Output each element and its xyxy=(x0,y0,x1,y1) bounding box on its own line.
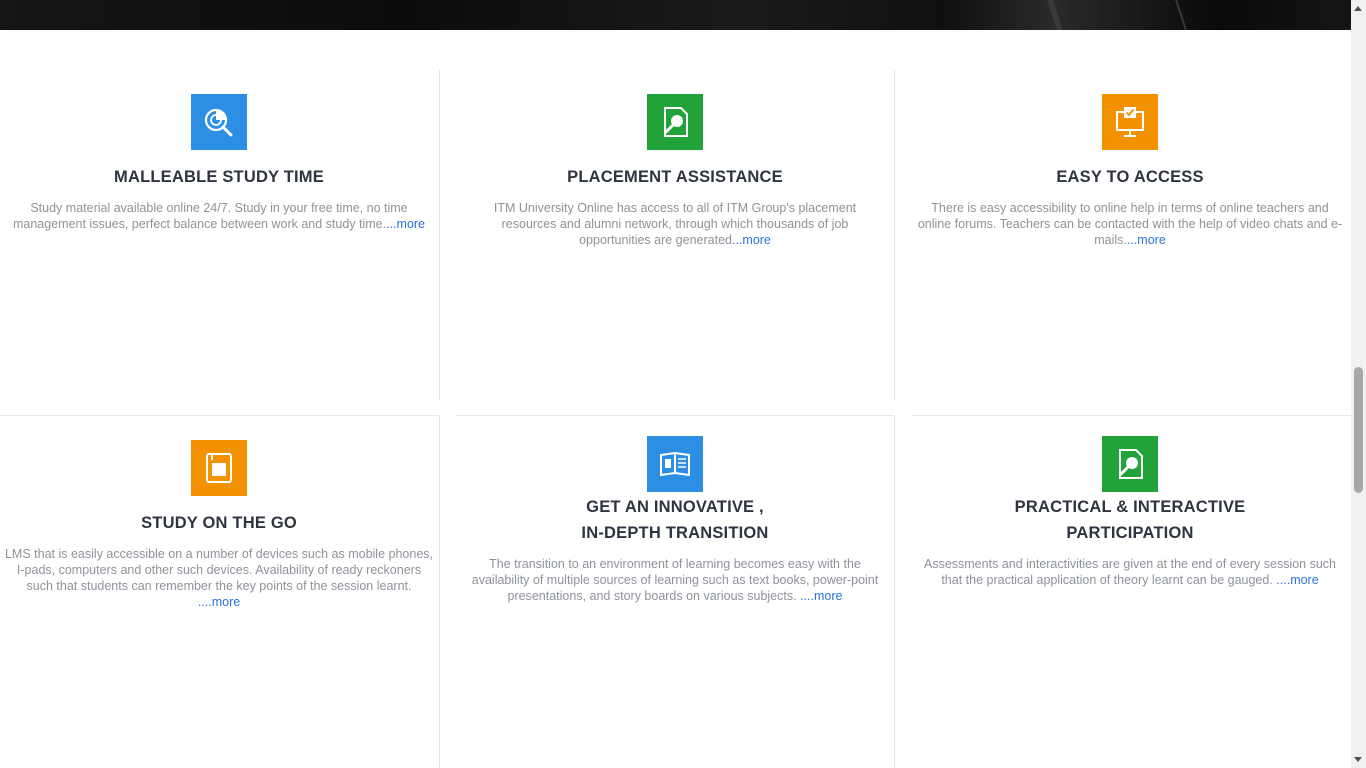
row-divider xyxy=(911,415,1351,416)
feature-title: EASY TO ACCESS xyxy=(1056,168,1204,186)
open-book-icon xyxy=(647,436,703,492)
feature-description: ITM University Online has access to all … xyxy=(460,200,890,248)
feature-description: Study material available online 24/7. St… xyxy=(4,200,434,232)
feature-title: PLACEMENT ASSISTANCE xyxy=(567,168,783,186)
read-more-link[interactable]: ...more xyxy=(732,233,771,247)
monitor-check-icon xyxy=(1102,94,1158,150)
row-divider xyxy=(0,415,439,416)
read-more-link[interactable]: ....more xyxy=(198,595,240,609)
feature-description: There is easy accessibility to online he… xyxy=(916,200,1344,248)
column-divider xyxy=(894,416,895,768)
feature-description-text: LMS that is easily accessible on a numbe… xyxy=(4,547,433,593)
scroll-down-arrow-icon[interactable] xyxy=(1354,757,1362,762)
feature-description: Assessments and interactivities are give… xyxy=(916,556,1344,588)
feature-card-study-on-the-go: STUDY ON THE GO LMS that is easily acces… xyxy=(4,440,434,610)
feature-card-innovative-transition: GET AN INNOVATIVE , IN-DEPTH TRANSITION … xyxy=(460,436,890,604)
feature-description-text: ITM University Online has access to all … xyxy=(493,201,857,247)
feature-card-placement-assistance: PLACEMENT ASSISTANCE ITM University Onli… xyxy=(460,94,890,248)
feature-title: PRACTICAL & INTERACTIVE xyxy=(1014,498,1246,516)
feature-title-line-2: IN-DEPTH TRANSITION xyxy=(581,524,769,542)
tablet-book-icon xyxy=(191,440,247,496)
feature-description-text: Assessments and interactivities are give… xyxy=(923,557,1337,587)
hero-image-streak xyxy=(1175,0,1187,30)
analytics-search-icon xyxy=(191,94,247,150)
feature-title-line-2: PARTICIPATION xyxy=(1066,524,1194,542)
document-search-icon xyxy=(1102,436,1158,492)
scrollbar-thumb[interactable] xyxy=(1354,367,1363,493)
feature-description-text: Study material available online 24/7. St… xyxy=(12,201,408,231)
feature-description: LMS that is easily accessible on a numbe… xyxy=(4,546,434,610)
document-search-icon xyxy=(647,94,703,150)
hero-banner-bottom xyxy=(0,0,1351,30)
read-more-link[interactable]: ...more xyxy=(386,217,425,231)
hero-image-streak xyxy=(1047,0,1063,30)
read-more-link[interactable]: ....more xyxy=(800,589,842,603)
feature-card-practical-participation: PRACTICAL & INTERACTIVE PARTICIPATION As… xyxy=(916,436,1344,588)
read-more-link[interactable]: ...more xyxy=(1127,233,1166,247)
feature-card-easy-to-access: EASY TO ACCESS There is easy accessibili… xyxy=(916,94,1344,248)
column-divider xyxy=(439,416,440,768)
scroll-up-arrow-icon[interactable] xyxy=(1354,6,1362,11)
read-more-link[interactable]: ....more xyxy=(1276,573,1318,587)
feature-title: STUDY ON THE GO xyxy=(141,514,297,532)
feature-title: MALLEABLE STUDY TIME xyxy=(114,168,324,186)
column-divider xyxy=(439,70,440,400)
column-divider xyxy=(894,70,895,400)
page-scrollbar[interactable] xyxy=(1351,0,1366,768)
feature-card-malleable-study-time: MALLEABLE STUDY TIME Study material avai… xyxy=(4,94,434,232)
feature-title: GET AN INNOVATIVE , xyxy=(586,498,764,516)
row-divider xyxy=(456,415,894,416)
feature-description: The transition to an environment of lear… xyxy=(460,556,890,604)
